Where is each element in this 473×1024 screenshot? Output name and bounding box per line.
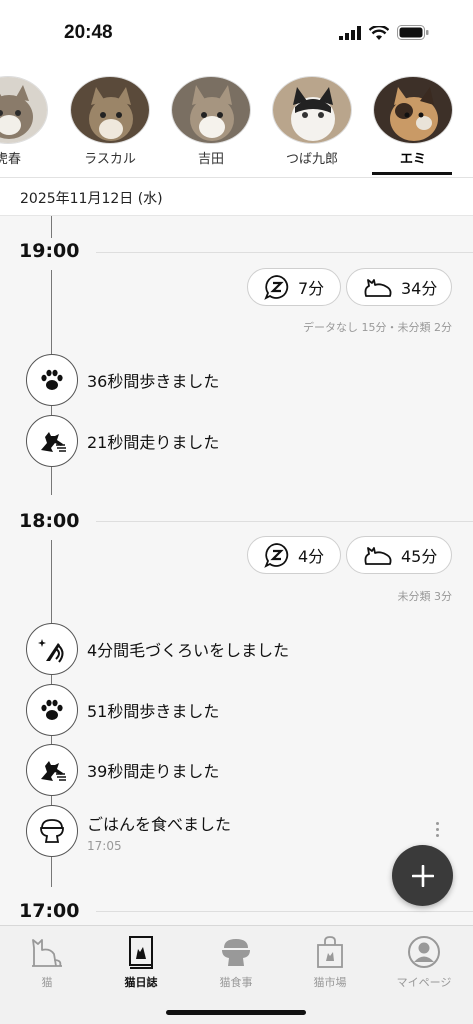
food-icon — [222, 939, 250, 966]
hour-label: 17:00 — [19, 900, 80, 922]
nav-diary[interactable]: 猫日誌 — [94, 934, 188, 990]
battery-icon — [397, 25, 429, 40]
diary-icon — [129, 936, 153, 969]
sleep-duration-pill[interactable]: 4分 — [247, 536, 341, 574]
event-icon-circle — [26, 354, 78, 406]
shopping-bag-icon — [317, 936, 343, 968]
nav-label: 猫市場 — [313, 976, 347, 989]
event-text: 4分間毛づくろいをしました — [87, 641, 290, 660]
hour-label: 18:00 — [19, 510, 80, 532]
event-icon-circle — [26, 415, 78, 467]
cat-tab-emi[interactable]: エミ — [371, 76, 455, 167]
nav-cat[interactable]: 猫 — [0, 934, 94, 990]
cat-tab-torahiru[interactable]: 虎春 — [0, 76, 50, 167]
status-bar: 20:48 — [0, 0, 473, 62]
sleep-duration: 7分 — [298, 279, 325, 298]
food-bowl-icon — [40, 819, 64, 843]
hour-divider — [96, 521, 473, 522]
paw-icon — [41, 699, 63, 720]
sleep-icon — [264, 275, 289, 300]
nav-mypage[interactable]: マイページ — [377, 934, 471, 990]
activity-note: 未分類 3分 — [397, 590, 453, 603]
event-time: 17:05 — [87, 839, 122, 853]
nav-food[interactable]: 猫食事 — [189, 934, 283, 990]
cat-avatar — [0, 76, 48, 144]
running-cat-icon — [41, 761, 66, 781]
cat-tab-yoshida[interactable]: 吉田 — [169, 76, 253, 167]
activity-event[interactable]: 51秒間歩きました — [26, 684, 219, 736]
event-text: 21秒間走りました — [87, 433, 220, 452]
cat-avatar — [272, 76, 352, 144]
activity-event[interactable]: 4分間毛づくろいをしました — [26, 623, 289, 675]
home-indicator — [166, 1010, 306, 1015]
cat-icon — [32, 939, 62, 967]
cat-avatar — [171, 76, 251, 144]
cat-name: ラスカル — [84, 152, 136, 167]
cat-tab-tsubakuro[interactable]: つば九郎 — [270, 76, 354, 167]
cat-selector: 虎春 ラスカル 吉田 つば九郎 エミ — [0, 62, 473, 178]
event-icon-circle — [26, 744, 78, 796]
hour-label: 19:00 — [19, 240, 80, 262]
status-time: 20:48 — [64, 22, 113, 43]
hour-divider — [96, 911, 473, 912]
cat-name: 虎春 — [0, 152, 21, 167]
plus-icon — [411, 864, 434, 887]
wifi-icon — [369, 25, 389, 40]
more-options-icon[interactable] — [436, 822, 440, 840]
cat-name: エミ — [399, 152, 426, 167]
nav-label: 猫 — [41, 976, 53, 989]
sleep-duration: 4分 — [298, 547, 325, 566]
running-cat-icon — [41, 432, 66, 452]
timeline-line — [51, 216, 52, 238]
rest-duration: 45分 — [401, 547, 438, 566]
sleep-duration-pill[interactable]: 7分 — [247, 268, 341, 306]
meal-event[interactable]: ごはんを食べました 17:05 — [26, 805, 231, 857]
cat-avatar — [373, 76, 453, 144]
active-tab-indicator — [372, 172, 452, 175]
event-text: 51秒間歩きました — [87, 702, 220, 721]
rest-duration-pill[interactable]: 34分 — [346, 268, 452, 306]
paw-icon — [41, 369, 63, 390]
activity-event[interactable]: 36秒間歩きました — [26, 354, 219, 406]
event-text: 36秒間歩きました — [87, 372, 220, 391]
cat-name: 吉田 — [197, 152, 224, 167]
hour-divider — [96, 252, 473, 253]
cat-name: つば九郎 — [285, 152, 338, 167]
status-icons — [339, 25, 429, 40]
event-text: ごはんを食べました — [87, 815, 232, 834]
event-icon-circle — [26, 684, 78, 736]
cat-avatar — [70, 76, 150, 144]
date-header: 2025年11月12日 (水) — [0, 178, 473, 216]
nav-label: 猫日誌 — [124, 976, 158, 989]
sleep-icon — [264, 543, 289, 568]
grooming-icon — [38, 639, 64, 663]
resting-cat-icon — [364, 279, 392, 297]
resting-cat-icon — [364, 547, 392, 565]
nav-label: 猫食事 — [219, 976, 253, 989]
rest-duration-pill[interactable]: 45分 — [346, 536, 452, 574]
nav-market[interactable]: 猫市場 — [283, 934, 377, 990]
activity-event[interactable]: 21秒間走りました — [26, 415, 219, 467]
activity-note: データなし 15分・未分類 2分 — [303, 321, 452, 334]
add-record-button[interactable] — [392, 845, 453, 906]
event-text: 39秒間走りました — [87, 762, 220, 781]
cat-tab-rascal[interactable]: ラスカル — [68, 76, 152, 167]
profile-icon — [408, 936, 440, 968]
rest-duration: 34分 — [401, 279, 438, 298]
activity-event[interactable]: 39秒間走りました — [26, 744, 219, 796]
date-text: 2025年11月12日 (水) — [20, 191, 163, 207]
signal-icon — [339, 25, 361, 40]
event-icon-circle — [26, 805, 78, 857]
event-icon-circle — [26, 623, 78, 675]
nav-label: マイページ — [396, 976, 452, 989]
